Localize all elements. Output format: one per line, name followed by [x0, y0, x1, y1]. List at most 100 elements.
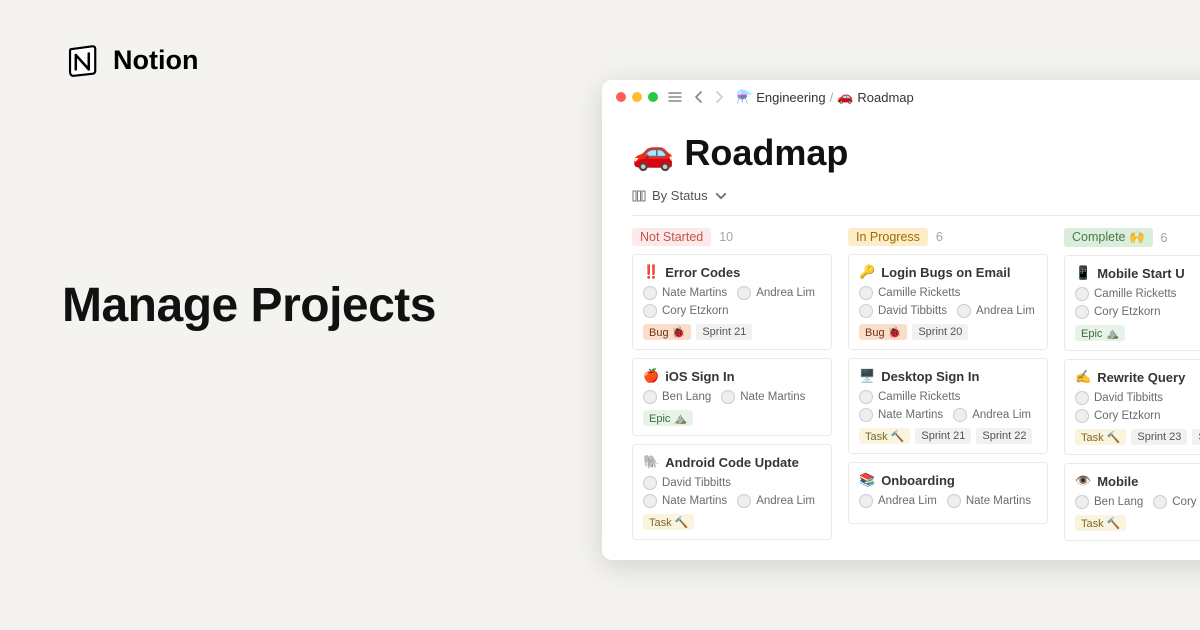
- card-title: 🍎 iOS Sign In: [643, 368, 821, 384]
- assignee-name: Andrea Lim: [756, 495, 815, 507]
- board-card[interactable]: 📚OnboardingAndrea LimNate Martins: [848, 462, 1048, 524]
- assignee: Cory Etzkorn: [643, 304, 728, 318]
- card-emoji-icon: 📚: [859, 472, 875, 488]
- assignee-name: Nate Martins: [662, 495, 727, 507]
- assignee-name: David Tibbitts: [878, 305, 947, 317]
- view-label: By Status: [652, 188, 708, 203]
- avatar-icon: [859, 286, 873, 300]
- board-column: Not Started 10 ‼️ Error Codes Nate Martins An…: [632, 228, 832, 549]
- avatar-icon: [1075, 287, 1089, 301]
- breadcrumb-label: Engineering: [756, 90, 825, 105]
- tag: Task 🔨: [643, 514, 694, 530]
- assignee-list: Ben LangNate Martins: [643, 390, 821, 404]
- avatar-icon: [737, 494, 751, 508]
- assignee-name: Camille Ricketts: [878, 287, 960, 299]
- breadcrumb-item-roadmap[interactable]: 🚗 Roadmap: [837, 89, 914, 105]
- card-emoji-icon: ‼️: [643, 264, 659, 280]
- assignee: Nate Martins: [643, 286, 727, 300]
- card-emoji-icon: 🍎: [643, 368, 659, 384]
- board-card[interactable]: 🔑Login Bugs on EmailCamille RickettsDavi…: [848, 254, 1048, 350]
- breadcrumb-label: Roadmap: [857, 90, 913, 105]
- board-card[interactable]: 📱Mobile Start UCamille RickettsCory Etzk…: [1064, 255, 1200, 351]
- view-selector[interactable]: By Status: [632, 188, 728, 203]
- avatar-icon: [859, 390, 873, 404]
- tag-list: Task 🔨: [643, 514, 821, 530]
- avatar-icon: [859, 408, 873, 422]
- board-card[interactable]: 🍎 iOS Sign In Ben LangNate Martins Epic ⛰️: [632, 358, 832, 436]
- tag: Sprint 23: [1131, 429, 1187, 445]
- avatar-icon: [737, 286, 751, 300]
- page-title: 🚗 Roadmap: [632, 132, 1200, 174]
- hamburger-menu-icon[interactable]: [668, 90, 682, 104]
- board-card[interactable]: 🖥️Desktop Sign InCamille RickettsNate Ma…: [848, 358, 1048, 454]
- card-title-text: Onboarding: [881, 473, 955, 488]
- avatar-icon: [1075, 409, 1089, 423]
- card-title-text: Error Codes: [665, 265, 740, 280]
- board-card[interactable]: ✍️Rewrite Query David Tibbitts Cory Etzkor…: [1064, 359, 1200, 455]
- card-emoji-icon: 👁️: [1075, 473, 1091, 489]
- breadcrumb-emoji: 🚗: [837, 89, 853, 105]
- avatar-icon: [643, 476, 657, 490]
- page-headline: Manage Projects: [62, 278, 436, 333]
- card-emoji-icon: 🔑: [859, 264, 875, 280]
- card-title: ‼️ Error Codes: [643, 264, 821, 280]
- back-arrow-icon[interactable]: [692, 90, 706, 104]
- assignee-list: Camille RickettsNate MartinsAndrea Lim: [859, 390, 1037, 422]
- card-title: 📚 Onboarding: [859, 472, 1037, 488]
- assignee-name: Ben Lang: [1094, 496, 1143, 508]
- board-card[interactable]: ‼️ Error Codes Nate Martins Andrea Lim Cory …: [632, 254, 832, 350]
- assignee: Cory Etzkorn: [1075, 305, 1160, 319]
- assignee-name: Andrea Lim: [972, 409, 1031, 421]
- tag: Sprint: [1192, 429, 1200, 445]
- notion-logo-icon: [65, 42, 101, 78]
- assignee: Camille Ricketts: [859, 286, 960, 300]
- breadcrumb-emoji: ⚗️: [736, 89, 752, 105]
- avatar-icon: [643, 304, 657, 318]
- assignee: Ben Lang: [643, 390, 711, 404]
- close-icon[interactable]: [616, 92, 626, 102]
- tag-list: Task 🔨: [1075, 515, 1200, 531]
- card-title-text: Mobile: [1097, 474, 1138, 489]
- board-card[interactable]: 🐘Android Code UpdateDavid TibbittsNate M…: [632, 444, 832, 540]
- assignee-list: Camille Ricketts Cory Etzkorn: [1075, 287, 1200, 319]
- breadcrumb-item-engineering[interactable]: ⚗️ Engineering: [736, 89, 826, 105]
- tag: Sprint 22: [976, 428, 1032, 444]
- assignee-name: David Tibbitts: [662, 477, 731, 489]
- nav-arrows: [692, 90, 726, 104]
- status-pill[interactable]: In Progress: [848, 228, 928, 246]
- card-emoji-icon: 🐘: [643, 454, 659, 470]
- status-pill[interactable]: Not Started: [632, 228, 711, 246]
- tag-list: Bug 🐞Sprint 21: [643, 324, 821, 340]
- tag: Epic ⛰️: [643, 410, 693, 426]
- card-emoji-icon: 📱: [1075, 265, 1091, 281]
- status-pill[interactable]: Complete 🙌: [1064, 228, 1153, 247]
- tag: Bug 🐞: [859, 324, 907, 340]
- minimize-icon[interactable]: [632, 92, 642, 102]
- window-controls[interactable]: [616, 92, 658, 102]
- card-title-text: iOS Sign In: [665, 369, 734, 384]
- column-header: Complete 🙌6: [1064, 228, 1200, 247]
- tag: Task 🔨: [1075, 429, 1126, 445]
- tag: Bug 🐞: [643, 324, 691, 340]
- app-window: ⚗️ Engineering / 🚗 Roadmap Share 🚗 Roadm…: [602, 80, 1200, 560]
- tag-list: Epic ⛰️: [1075, 325, 1200, 341]
- assignee-name: David Tibbitts: [1094, 392, 1163, 404]
- assignee-name: Nate Martins: [878, 409, 943, 421]
- card-title: 🖥️Desktop Sign In: [859, 368, 1037, 384]
- assignee-list: Ben LangCory Etzkorn: [1075, 495, 1200, 509]
- column-count: 10: [719, 230, 733, 244]
- avatar-icon: [859, 304, 873, 318]
- assignee: Camille Ricketts: [1075, 287, 1176, 301]
- forward-arrow-icon[interactable]: [712, 90, 726, 104]
- assignee-name: Nate Martins: [966, 495, 1031, 507]
- board-card[interactable]: 👁️ Mobile Ben LangCory Etzkorn Task 🔨: [1064, 463, 1200, 541]
- maximize-icon[interactable]: [648, 92, 658, 102]
- assignee-name: Andrea Lim: [756, 287, 815, 299]
- board-column: In Progress6🔑Login Bugs on EmailCamille …: [848, 228, 1048, 549]
- card-title: ✍️Rewrite Query: [1075, 369, 1200, 385]
- divider: [632, 215, 1200, 216]
- assignee: Cory Etzkorn: [1075, 409, 1160, 423]
- assignee-list: Nate Martins Andrea Lim Cory Etzkorn: [643, 286, 821, 318]
- card-title-text: Desktop Sign In: [881, 369, 979, 384]
- assignee-list: David Tibbitts Cory Etzkorn: [1075, 391, 1200, 423]
